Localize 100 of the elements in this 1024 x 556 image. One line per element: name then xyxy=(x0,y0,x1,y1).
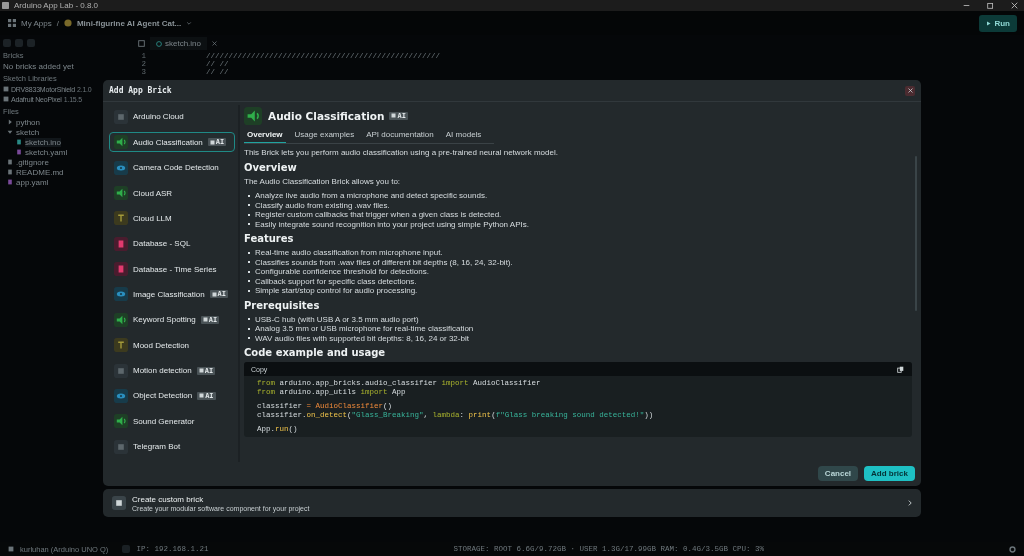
letter-icon xyxy=(114,211,128,226)
chevron-right-icon xyxy=(907,500,913,506)
speaker-icon xyxy=(114,414,128,429)
brick-name: Telegram Bot xyxy=(133,442,181,452)
brick-title: Audio Classification xyxy=(268,109,385,122)
list-item: Analyze live audio from a microphone and detect specific sounds. xyxy=(255,191,488,201)
breadcrumb-link[interactable]: Mini-figurine AI Agent Cat... xyxy=(76,18,182,28)
brick-list-item[interactable]: Telegram Bot xyxy=(109,436,235,457)
chip-icon xyxy=(391,113,397,118)
section-heading: Prerequisites xyxy=(244,299,321,312)
brick-list-item[interactable]: Camera Code Detection xyxy=(109,157,235,178)
settings-icon[interactable] xyxy=(1009,545,1016,553)
paragraph: This Brick lets you perform audio classification using a pre-trained neural network model. xyxy=(244,148,559,158)
close-icon[interactable] xyxy=(212,41,218,46)
close-button[interactable] xyxy=(905,85,915,96)
brick-name: Arduino Cloud xyxy=(133,112,184,122)
emoji-icon xyxy=(63,19,72,27)
grid-icon xyxy=(112,496,126,510)
list-item: Classify audio from existing .wav files. xyxy=(255,200,390,210)
list-item: Classifies sounds from .wav files of different bit depths (8, 16, 24, 32-bit). xyxy=(255,257,513,267)
brick-name: Sound Generator xyxy=(133,416,195,426)
chip-icon xyxy=(209,139,215,145)
play-icon xyxy=(986,20,992,26)
run-button[interactable]: Run xyxy=(979,14,1017,32)
brick-name: Database - Time Series xyxy=(133,264,217,274)
breadcrumb-separator: / xyxy=(56,18,59,28)
file-tree-item[interactable]: sketch.ino xyxy=(25,137,62,147)
dialog-title: Add App Brick xyxy=(109,86,172,95)
eye-icon xyxy=(114,388,128,403)
list-item: Analog 3.5 mm or USB microphone for real-time classification xyxy=(255,324,474,334)
window-title: Arduino App Lab - 0.8.0 xyxy=(14,1,99,10)
tab[interactable]: Usage examples xyxy=(291,128,358,143)
list-item: USB-C hub (with USB A or 3.5 mm audio port) xyxy=(255,314,419,324)
folder-item[interactable]: python xyxy=(16,117,41,127)
grid-icon[interactable] xyxy=(8,19,16,27)
brick-list-item[interactable]: Cloud LLM xyxy=(109,208,235,229)
panel-icon[interactable] xyxy=(138,40,145,47)
square-icon xyxy=(114,439,128,454)
board-icon xyxy=(8,546,14,552)
file-tree-item[interactable]: sketch.yaml xyxy=(25,147,68,157)
brick-name: Object Detection xyxy=(133,391,193,401)
brick-list-item[interactable]: Database - Time Series xyxy=(109,259,235,279)
empty-note: No bricks added yet xyxy=(3,61,74,71)
brick-name: Keyword Spotting xyxy=(133,315,196,325)
section-heading: Features xyxy=(244,233,295,245)
tab[interactable]: AI models xyxy=(442,128,485,143)
list-item: Easily integrate sound recognition into your project using simple Python APIs. xyxy=(255,219,529,229)
eye-icon xyxy=(114,160,128,175)
brick-name: Image Classification xyxy=(133,289,205,299)
brick-name: Mood Detection xyxy=(133,340,190,350)
brick-list-item[interactable]: Cloud ASR xyxy=(109,183,235,203)
minimize-icon[interactable] xyxy=(963,2,970,9)
list-item: Register custom callbacks that trigger when a given class is detected. xyxy=(255,210,502,220)
brick-name: Motion detection xyxy=(133,366,192,375)
brick-list-item[interactable]: Sound Generator xyxy=(109,411,235,432)
folder-item[interactable]: sketch xyxy=(16,127,40,137)
file-icon xyxy=(156,40,162,47)
square-icon xyxy=(114,109,128,124)
database-icon xyxy=(114,262,128,277)
app-logo-icon xyxy=(2,2,9,9)
speaker-icon xyxy=(114,186,128,200)
brick-name: Camera Code Detection xyxy=(133,163,219,173)
file-tree-item[interactable]: app.yaml xyxy=(16,177,49,187)
list-item: Real-time audio classification from microphone input. xyxy=(255,248,443,258)
brick-list-item[interactable]: Arduino Cloud xyxy=(109,107,235,127)
brick-name: Cloud ASR xyxy=(133,188,173,198)
add-brick-button[interactable]: Add brick xyxy=(864,465,915,481)
list-item: Callback support for specific class detections. xyxy=(255,276,417,286)
speaker-icon xyxy=(114,312,128,327)
cancel-button[interactable]: Cancel xyxy=(817,465,859,481)
brick-list-item[interactable]: Mood Detection xyxy=(109,335,235,356)
brick-list-item[interactable]: Database - SQL xyxy=(109,233,235,254)
database-icon xyxy=(114,236,128,251)
square-icon xyxy=(114,363,128,378)
speaker-icon xyxy=(244,106,262,125)
maximize-icon[interactable] xyxy=(987,2,994,9)
caret-icon[interactable] xyxy=(186,20,193,26)
tab[interactable]: Overview xyxy=(244,128,286,143)
chevron-down-icon[interactable] xyxy=(7,129,13,135)
chip-icon xyxy=(202,317,208,323)
section-heading: Overview xyxy=(244,162,298,174)
close-icon[interactable] xyxy=(1011,2,1018,9)
brick-name: Database - SQL xyxy=(133,239,191,249)
file-tree-item[interactable]: README.md xyxy=(16,167,64,177)
chip-icon xyxy=(198,368,204,373)
eye-icon xyxy=(114,287,128,302)
section-heading: Code example and usage xyxy=(244,347,387,359)
card-title: Create custom brick xyxy=(132,494,205,504)
tab[interactable]: API documentation xyxy=(363,128,437,143)
list-item: WAV audio files with supported bit depths: 8, 16, 24 or 32-bit xyxy=(255,333,469,343)
file-tab[interactable]: sketch.ino xyxy=(150,37,208,50)
close-icon xyxy=(907,88,913,93)
file-tree-item[interactable]: .gitignore xyxy=(16,157,49,167)
letter-icon xyxy=(114,338,128,353)
speaker-icon xyxy=(114,135,128,150)
chevron-right-icon[interactable] xyxy=(7,119,13,125)
chip-icon xyxy=(199,393,205,399)
breadcrumb-link[interactable]: My Apps xyxy=(21,18,52,28)
brick-name: Audio Classification xyxy=(133,137,203,147)
copy-icon[interactable] xyxy=(897,365,904,373)
